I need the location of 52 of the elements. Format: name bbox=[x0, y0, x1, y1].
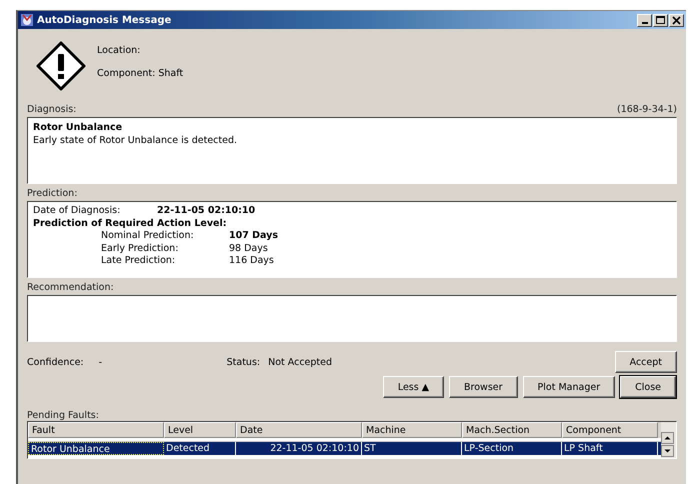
prediction-heading: Prediction of Required Action Level: bbox=[33, 217, 228, 230]
minimize-icon bbox=[642, 22, 648, 24]
warning-icon bbox=[35, 40, 87, 92]
field-label: Early Prediction: bbox=[101, 242, 180, 256]
field-label: Date of Diagnosis: bbox=[33, 205, 122, 218]
close-icon bbox=[672, 16, 681, 24]
field-value: 116 Days bbox=[229, 255, 274, 268]
maximize-button[interactable] bbox=[653, 14, 668, 26]
field-value: - bbox=[98, 356, 104, 368]
field-label: Nominal Prediction: bbox=[101, 230, 195, 243]
dialog-button[interactable]: Plot Manager bbox=[522, 376, 616, 398]
field-value: 22-11-05 02:10:10 bbox=[157, 205, 256, 218]
table-cell: Detected bbox=[164, 442, 236, 455]
maximize-icon bbox=[656, 16, 665, 24]
table-cell: Rotor Unbalance bbox=[28, 442, 164, 455]
close-button[interactable] bbox=[669, 14, 684, 26]
scroll-up-button[interactable] bbox=[661, 432, 674, 444]
dialog-button[interactable]: Browser bbox=[449, 376, 518, 398]
minimize-button[interactable] bbox=[637, 14, 652, 26]
column-header[interactable]: Fault bbox=[28, 422, 164, 438]
section-label: Diagnosis: bbox=[27, 104, 76, 117]
column-header[interactable]: Level bbox=[164, 422, 236, 438]
field-label: Late Prediction: bbox=[101, 255, 176, 268]
table-cell: LP-Section bbox=[462, 442, 562, 455]
section-label: Pending Faults: bbox=[27, 410, 100, 421]
column-header[interactable]: Component bbox=[562, 422, 658, 438]
field-label: Confidence: bbox=[27, 356, 84, 368]
table-cell: LP Shaft bbox=[562, 442, 658, 455]
section-label: Prediction: bbox=[27, 188, 78, 201]
table-cell: ST bbox=[362, 442, 462, 455]
scrollbar[interactable] bbox=[661, 422, 676, 458]
diagnosis-title: Rotor Unbalance bbox=[33, 121, 124, 134]
window-title: AutoDiagnosis Message bbox=[37, 14, 172, 26]
field-value: 98 Days bbox=[229, 242, 268, 256]
section-label: Recommendation: bbox=[27, 282, 114, 295]
dialog-button[interactable]: Less ▲ bbox=[382, 376, 444, 398]
diagnosis-text: Early state of Rotor Unbalance is detected. bbox=[33, 134, 238, 147]
table-row[interactable]: Rotor Unbalance Detected 22-11-05 02:10:10 ST LP-Section LP Shaft bbox=[28, 442, 661, 455]
dialog-button[interactable]: Close bbox=[620, 376, 676, 398]
field-label: Status: bbox=[226, 356, 260, 368]
app-icon bbox=[20, 13, 34, 27]
column-header[interactable]: Mach.Section bbox=[462, 422, 562, 438]
column-header[interactable]: Date bbox=[236, 422, 362, 438]
field-value: Not Accepted bbox=[268, 356, 332, 368]
location-label: Location: bbox=[97, 45, 142, 56]
diagnosis-code: (168-9-34-1) bbox=[616, 104, 677, 117]
table-cell: 22-11-05 02:10:10 bbox=[236, 442, 362, 455]
component-label: Component: Shaft bbox=[97, 68, 184, 79]
field-value: 107 Days bbox=[229, 230, 278, 243]
column-header[interactable]: Machine bbox=[362, 422, 462, 438]
scroll-down-button[interactable] bbox=[661, 445, 674, 457]
accept-button[interactable]: Accept bbox=[614, 351, 677, 373]
